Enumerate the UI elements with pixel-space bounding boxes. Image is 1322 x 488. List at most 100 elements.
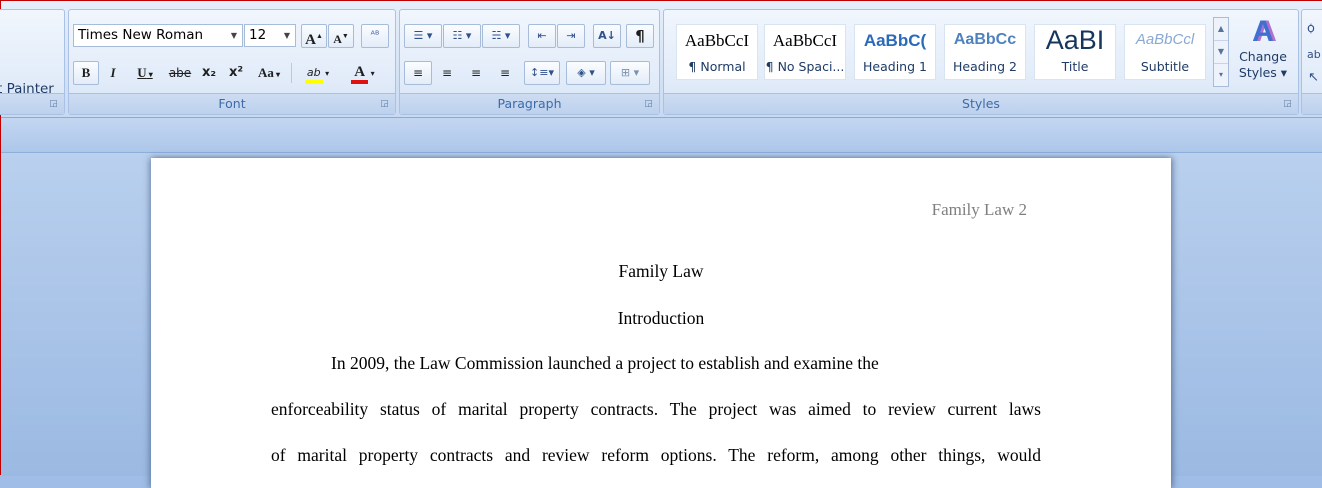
superscript-button[interactable]: x² — [223, 61, 249, 85]
justify-button[interactable]: ≡ — [491, 61, 519, 85]
multilevel-list-button[interactable]: ☵ ▾ — [482, 24, 520, 48]
find-icon[interactable]: ꟁ — [1307, 18, 1315, 36]
change-case-label: Aa — [258, 65, 274, 80]
italic-button[interactable]: I — [101, 61, 125, 85]
font-color-button[interactable]: A ▾ — [341, 61, 385, 85]
strikethrough-button[interactable]: abe — [165, 61, 195, 85]
increase-indent-button[interactable]: ⇥ — [557, 24, 585, 48]
scroll-down-icon[interactable]: ▼ — [1214, 41, 1228, 64]
borders-icon: ⊞ ▾ — [620, 66, 640, 79]
underline-button[interactable]: U ▾ — [127, 61, 163, 85]
bullets-icon: ☰ ▾ — [413, 29, 433, 42]
paragraph-group-label: Paragraph — [400, 93, 659, 114]
change-styles-icon: A — [1252, 15, 1274, 48]
style-sample: AaBbC( — [863, 31, 927, 50]
highlight-button[interactable]: ab ▾ — [295, 61, 339, 85]
style-title[interactable]: AaBI Title — [1034, 24, 1116, 80]
underline-label: U — [137, 65, 147, 80]
decrease-indent-button[interactable]: ⇤ — [528, 24, 556, 48]
paint-bucket-icon: ◈ ▾ — [577, 66, 595, 79]
font-group: Times New Roman ▼ 12 ▼ A▲ A▼ ᴬᴮ B I U ▾ … — [68, 9, 396, 115]
align-right-button[interactable]: ≡ — [462, 61, 490, 85]
bullets-button[interactable]: ☰ ▾ — [404, 24, 442, 48]
line-spacing-icon: ↕≡▾ — [530, 66, 554, 79]
font-launcher-icon[interactable]: ◲ — [379, 99, 390, 110]
numbering-button[interactable]: ☷ ▾ — [443, 24, 481, 48]
font-group-label: Font — [69, 93, 395, 114]
strikethrough-label: abe — [168, 66, 192, 80]
style-heading-2[interactable]: AaBbCc Heading 2 — [944, 24, 1026, 80]
subscript-label: x₂ — [201, 65, 217, 80]
clear-formatting-button[interactable]: ᴬᴮ — [361, 24, 389, 48]
change-styles-label-2: Styles ▾ — [1238, 65, 1288, 80]
decrease-indent-icon: ⇤ — [537, 29, 547, 42]
page-header: Family Law 2 — [931, 200, 1027, 219]
replace-icon[interactable]: ab — [1307, 48, 1321, 61]
line-spacing-button[interactable]: ↕≡▾ — [524, 61, 560, 85]
paragraph-line: of marital property contracts and review… — [271, 445, 1041, 465]
style-sample: AaBbCc — [953, 31, 1017, 48]
paragraph-launcher-icon[interactable]: ◲ — [643, 99, 654, 110]
increase-indent-icon: ⇥ — [566, 29, 576, 42]
sort-button[interactable]: A↓ — [593, 24, 621, 48]
style-normal[interactable]: AaBbCcI ¶ Normal — [676, 24, 758, 80]
font-name-combo[interactable]: Times New Roman ▼ — [73, 24, 243, 47]
bold-button[interactable]: B — [73, 61, 99, 85]
grow-font-label: A — [305, 32, 316, 48]
font-name-value: Times New Roman — [78, 27, 204, 43]
shrink-font-button[interactable]: A▼ — [328, 24, 354, 48]
style-name: Title — [1061, 59, 1089, 74]
change-styles-button[interactable]: A Change Styles ▾ — [1233, 15, 1293, 93]
clipboard-group: t Painter ◲ — [0, 9, 65, 115]
grow-font-button[interactable]: A▲ — [301, 24, 327, 48]
bold-label: B — [81, 65, 91, 80]
align-left-button[interactable]: ≡ — [404, 61, 432, 85]
style-sample: AaBbCcI — [772, 31, 838, 50]
style-no-spacing[interactable]: AaBbCcI ¶ No Spaci... — [764, 24, 846, 80]
chevron-down-icon[interactable]: ▼ — [279, 25, 295, 46]
ribbon: t Painter ◲ Times New Roman ▼ 12 ▼ A▲ A▼… — [0, 1, 1322, 118]
multilevel-list-icon: ☵ ▾ — [491, 29, 511, 42]
style-name: Heading 1 — [863, 59, 927, 74]
shading-button[interactable]: ◈ ▾ — [566, 61, 606, 85]
select-icon[interactable]: ↖ — [1308, 70, 1319, 85]
editing-group: ꟁ ab ↖ — [1301, 9, 1322, 115]
italic-label: I — [110, 65, 116, 80]
style-sample: AaBbCcI — [684, 31, 750, 50]
scroll-up-icon[interactable]: ▲ — [1214, 18, 1228, 41]
borders-button[interactable]: ⊞ ▾ — [610, 61, 650, 85]
chevron-down-icon[interactable]: ▼ — [226, 25, 242, 46]
style-subtitle[interactable]: AaBbCcl Subtitle — [1124, 24, 1206, 80]
align-center-icon: ≡ — [441, 66, 453, 80]
change-case-button[interactable]: Aa ▾ — [250, 61, 288, 85]
subscript-button[interactable]: x₂ — [196, 61, 222, 85]
font-size-combo[interactable]: 12 ▼ — [244, 24, 296, 47]
highlight-icon: ab — [304, 66, 323, 84]
shrink-font-label: A — [333, 32, 342, 46]
align-right-icon: ≡ — [470, 66, 482, 80]
clipboard-launcher-icon[interactable]: ◲ — [48, 99, 59, 110]
style-name: ¶ Normal — [688, 59, 746, 74]
style-heading-1[interactable]: AaBbC( Heading 1 — [854, 24, 936, 80]
numbering-icon: ☷ ▾ — [452, 29, 472, 42]
styles-launcher-icon[interactable]: ◲ — [1282, 99, 1293, 110]
editing-group-label — [1302, 93, 1322, 114]
sort-icon: A↓ — [598, 29, 616, 42]
document-page[interactable]: Family Law 2 Family Law Introduction In … — [151, 158, 1171, 488]
font-color-icon: A — [351, 64, 369, 84]
align-left-icon: ≡ — [412, 66, 424, 80]
style-name: ¶ No Spaci... — [765, 59, 845, 74]
justify-icon: ≡ — [499, 66, 511, 80]
styles-gallery-scroll[interactable]: ▲ ▼ ▾ — [1213, 17, 1229, 87]
superscript-label: x² — [228, 65, 244, 80]
paragraph-line: In 2009, the Law Commission launched a p… — [331, 353, 879, 373]
paragraph-group: ☰ ▾ ☷ ▾ ☵ ▾ ⇤ ⇥ A↓ ¶ ≡ ≡ ≡ ≡ ↕≡▾ ◈ ▾ ⊞ ▾… — [399, 9, 660, 115]
styles-gallery: AaBbCcI ¶ Normal AaBbCcI ¶ No Spaci... A… — [676, 21, 1209, 83]
pilcrow-icon: ¶ — [635, 27, 645, 45]
show-marks-button[interactable]: ¶ — [626, 24, 654, 48]
gallery-more-icon[interactable]: ▾ — [1214, 64, 1228, 86]
change-styles-label: Change — [1239, 49, 1287, 64]
align-center-button[interactable]: ≡ — [433, 61, 461, 85]
styles-group-label: Styles — [664, 93, 1298, 114]
clear-formatting-icon: ᴬᴮ — [370, 30, 380, 41]
